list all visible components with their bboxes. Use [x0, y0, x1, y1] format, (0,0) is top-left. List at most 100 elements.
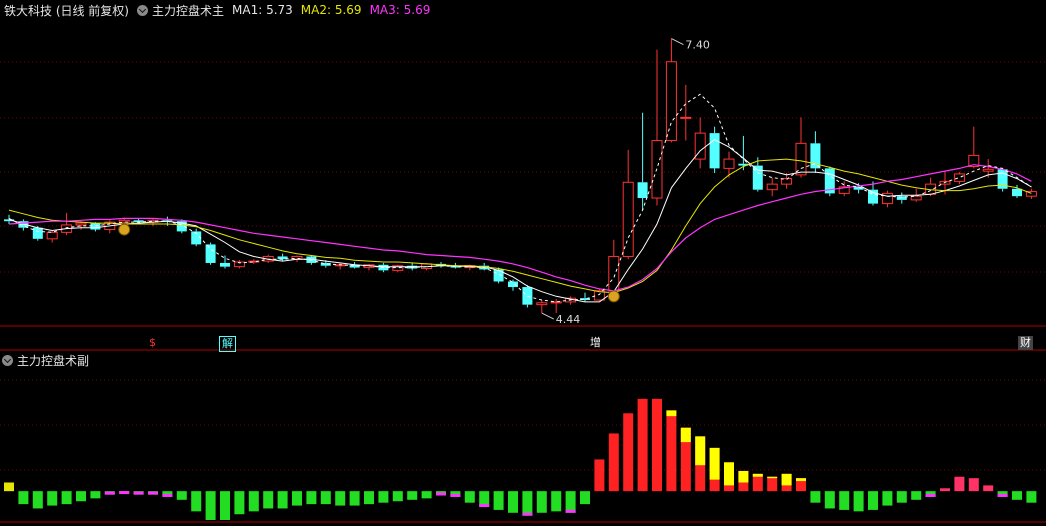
ma1-value: MA1: 5.73	[232, 3, 293, 17]
bar-negative	[853, 491, 864, 512]
sub-indicator-name[interactable]: 主力控盘术副	[17, 352, 89, 369]
bar-yellow-cap	[796, 478, 806, 482]
bar-magenta-cap	[479, 504, 490, 508]
candle-body-up	[75, 222, 87, 226]
bar-magenta-cap	[997, 493, 1008, 497]
bar-negative	[580, 491, 590, 505]
event-marker[interactable]: 解	[219, 336, 236, 352]
candle-body-down	[493, 269, 504, 282]
bar-negative	[292, 491, 302, 506]
bar-negative	[263, 491, 274, 509]
bar-negative	[1012, 491, 1022, 500]
bar-yellow-cap	[680, 427, 691, 443]
bar-negative	[882, 491, 893, 506]
chart-canvas: 7.40 4.44	[0, 38, 1046, 523]
bar-negative	[47, 491, 58, 506]
candle-body-down	[508, 281, 518, 288]
moving-average-lines	[8, 93, 1032, 303]
bar-negative	[277, 491, 288, 509]
bar-negative	[536, 491, 547, 513]
high-pointer	[671, 38, 684, 45]
bar-magenta-cap	[133, 491, 144, 495]
bar-negative	[421, 491, 432, 499]
bar-negative	[320, 491, 331, 505]
bar-magenta-cap	[450, 493, 461, 497]
candle-body-down	[1012, 188, 1022, 197]
bar-negative	[90, 491, 101, 499]
bar-negative	[522, 491, 533, 516]
main-chart-header: 铁大科技 (日线 前复权) 主力控盘术主 MA1: 5.73 MA2: 5.69…	[0, 0, 430, 20]
ma2-value: MA2: 5.69	[300, 3, 362, 17]
bar-negative	[61, 491, 72, 505]
bar-negative	[378, 491, 389, 503]
bar-yellow-cap	[767, 476, 778, 479]
bar-yellow-cap	[752, 473, 763, 477]
bar-magenta-cap	[162, 493, 173, 497]
bar-yellow-cap	[666, 410, 677, 417]
bar-negative	[839, 491, 850, 510]
bar-positive	[954, 476, 965, 492]
bar-positive	[623, 413, 634, 492]
chevron-down-icon[interactable]	[2, 354, 13, 366]
bar-magenta-cap	[522, 512, 533, 516]
bar-negative	[868, 491, 878, 510]
candle-body-down	[868, 189, 878, 204]
bar-negative	[392, 491, 403, 502]
bar-positive	[983, 485, 994, 492]
bar-negative	[464, 491, 475, 503]
bar-negative	[565, 491, 576, 513]
event-marker[interactable]: 财	[1018, 336, 1033, 350]
event-marker[interactable]: $	[147, 336, 158, 350]
indicator-name[interactable]: 主力控盘术主	[152, 2, 224, 19]
dashed-line	[8, 93, 1032, 303]
event-marker[interactable]: 增	[588, 336, 603, 350]
bar-positive	[666, 410, 677, 492]
bar-positive	[968, 478, 979, 492]
bar-negative	[248, 491, 259, 512]
bar-negative	[349, 491, 360, 506]
ma3-value: MA3: 5.69	[369, 3, 431, 17]
bar-negative	[18, 491, 29, 505]
bar-negative	[364, 491, 374, 505]
bar-magenta-cap	[565, 509, 576, 513]
bar-yellow-cap	[724, 462, 734, 486]
sub-indicator-bars	[4, 398, 1037, 520]
candle-body-down	[637, 182, 648, 199]
bar-negative	[810, 491, 821, 503]
bar-negative	[32, 491, 43, 509]
bar-magenta-cap	[104, 491, 115, 495]
bar-negative	[896, 491, 907, 503]
candle-body-up	[46, 231, 58, 240]
candle-body-up	[680, 116, 692, 119]
bar-negative	[1026, 491, 1037, 503]
sub-chart-header: 主力控盘术副	[0, 350, 97, 370]
money-bag-icon	[607, 290, 620, 303]
bar-positive	[608, 433, 619, 492]
bar-negative	[335, 491, 346, 506]
bar-positive	[652, 398, 662, 492]
candle-body-up	[550, 301, 562, 304]
bar-positive	[594, 459, 605, 492]
bar-positive	[767, 476, 778, 492]
candle-body-up	[795, 142, 807, 176]
candle-body-up	[953, 173, 965, 182]
candle-body-up	[665, 61, 677, 142]
bar-negative	[911, 491, 922, 500]
bar-negative	[205, 491, 216, 520]
chevron-down-icon[interactable]	[137, 4, 148, 16]
bar-negative	[493, 491, 504, 510]
bar-magenta-cap	[436, 492, 446, 496]
bar-positive	[637, 398, 648, 492]
bar-negative	[508, 491, 518, 513]
bar-negative	[234, 491, 245, 515]
low-pointer	[541, 312, 555, 320]
stock-title: 铁大科技 (日线 前复权)	[4, 3, 129, 18]
bar-negative	[551, 491, 562, 512]
candle-body-up	[766, 183, 778, 191]
bar-positive	[940, 488, 950, 492]
bar-negative	[220, 491, 230, 520]
candle-body-down	[205, 244, 216, 263]
candle-body-up	[982, 168, 994, 172]
low-price-label: 4.44	[556, 313, 581, 326]
candle-body-down	[522, 287, 533, 305]
